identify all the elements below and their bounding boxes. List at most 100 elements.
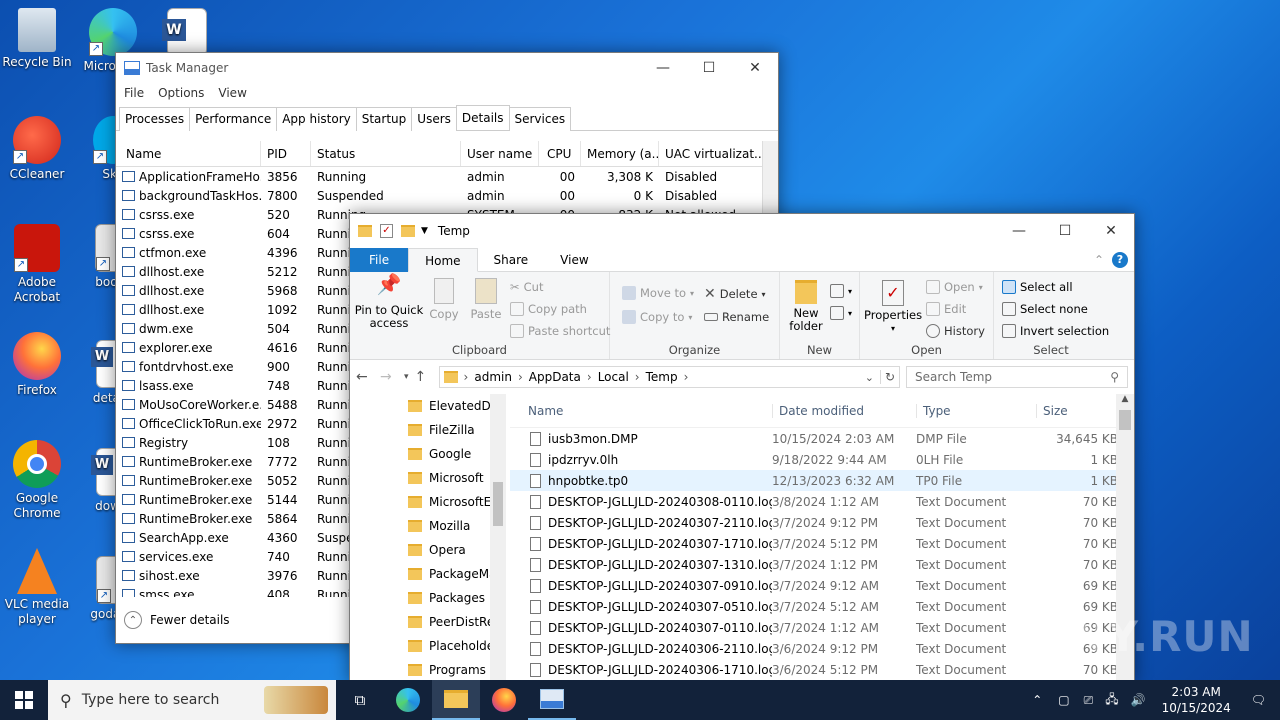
minimize-button[interactable]: — xyxy=(996,214,1042,248)
firefox-icon[interactable]: Firefox xyxy=(0,332,74,398)
chrome-icon[interactable]: Google Chrome xyxy=(0,440,74,521)
col-size[interactable]: Size xyxy=(1036,404,1106,418)
acrobat-icon[interactable]: ↗ Adobe Acrobat xyxy=(0,224,74,305)
col-date-modified[interactable]: Date modified xyxy=(772,404,916,418)
nav-item[interactable]: Packages xyxy=(350,586,506,610)
network-icon[interactable]: 🖧 xyxy=(1099,690,1124,711)
breadcrumb-temp[interactable]: Temp xyxy=(646,370,678,384)
select-all-button[interactable]: Select all xyxy=(1002,280,1073,294)
col-name[interactable]: Name xyxy=(116,141,261,166)
copy-button[interactable]: Copy xyxy=(426,278,462,321)
search-input[interactable]: Search Temp ⚲ xyxy=(906,366,1128,388)
select-none-button[interactable]: Select none xyxy=(1002,302,1088,316)
history-button[interactable]: History xyxy=(926,324,985,338)
nav-item[interactable]: MicrosoftEc xyxy=(350,490,506,514)
breadcrumb-local[interactable]: Local xyxy=(598,370,629,384)
task-manager-titlebar[interactable]: Task Manager — ☐ ✕ xyxy=(116,53,778,83)
col-pid[interactable]: PID xyxy=(261,141,311,166)
col-uac[interactable]: UAC virtualizat... xyxy=(659,141,765,166)
ribbon-tab-home[interactable]: Home xyxy=(408,247,478,272)
file-row[interactable]: ipdzrryv.0lh 9/18/2022 9:44 AM 0LH File 1 K… xyxy=(510,449,1134,470)
move-to-button[interactable]: Move to ▾ xyxy=(622,286,694,300)
tab-details[interactable]: Details xyxy=(455,105,510,130)
nav-item[interactable]: Programs xyxy=(350,658,506,682)
taskbar-taskmanager-button[interactable] xyxy=(528,680,576,720)
new-item-button[interactable]: ▾ xyxy=(830,284,852,298)
nav-item[interactable]: Microsoft xyxy=(350,466,506,490)
delete-button[interactable]: ✕ Delete ▾ xyxy=(704,286,766,302)
col-status[interactable]: Status xyxy=(311,141,461,166)
col-cpu[interactable]: CPU xyxy=(539,141,581,166)
taskbar-edge-button[interactable] xyxy=(384,680,432,720)
breadcrumb-admin[interactable]: admin xyxy=(474,370,512,384)
paste-button[interactable]: Paste xyxy=(466,278,506,321)
col-username[interactable]: User name xyxy=(461,141,539,166)
properties-button[interactable]: ✓ Properties ▾ xyxy=(864,280,922,335)
copy-to-button[interactable]: Copy to ▾ xyxy=(622,310,692,324)
file-row[interactable]: DESKTOP-JGLLJLD-20240307-0910.log 3/7/202… xyxy=(510,575,1134,596)
notifications-icon[interactable]: 🗨 xyxy=(1241,693,1280,707)
close-button[interactable]: ✕ xyxy=(1088,214,1134,248)
file-row[interactable]: DESKTOP-JGLLJLD-20240307-2110.log 3/7/202… xyxy=(510,512,1134,533)
new-folder-button[interactable]: New folder xyxy=(784,280,828,333)
start-button[interactable] xyxy=(0,680,48,720)
qat-dropdown-icon[interactable]: ▼ xyxy=(421,226,428,236)
file-row[interactable]: iusb3mon.DMP 10/15/2024 2:03 AM DMP File 34… xyxy=(510,428,1134,449)
pin-quick-access-button[interactable]: 📌 Pin to Quick access xyxy=(354,274,424,330)
breadcrumb-appdata[interactable]: AppData xyxy=(529,370,581,384)
nav-item[interactable]: Google xyxy=(350,442,506,466)
tab-users[interactable]: Users xyxy=(411,107,457,131)
close-button[interactable]: ✕ xyxy=(732,53,778,83)
file-row[interactable]: DESKTOP-JGLLJLD-20240306-1710.log 3/6/202… xyxy=(510,659,1134,680)
process-row[interactable]: ApplicationFrameHo... 3856 Running admin 00 3… xyxy=(116,167,778,186)
tab-app-history[interactable]: App history xyxy=(276,107,357,131)
ccleaner-icon[interactable]: ↗ CCleaner xyxy=(0,116,74,182)
tab-performance[interactable]: Performance xyxy=(189,107,278,131)
nav-item[interactable]: Placeholder xyxy=(350,634,506,658)
nav-item[interactable]: Mozilla xyxy=(350,514,506,538)
col-type[interactable]: Type xyxy=(916,404,1036,418)
menu-view[interactable]: View xyxy=(218,86,246,100)
maximize-button[interactable]: ☐ xyxy=(1042,214,1088,248)
maximize-button[interactable]: ☐ xyxy=(686,53,732,83)
col-memory[interactable]: Memory (a... xyxy=(581,141,659,166)
menu-options[interactable]: Options xyxy=(158,86,204,100)
taskbar-firefox-button[interactable] xyxy=(480,680,528,720)
easy-access-button[interactable]: ▾ xyxy=(830,306,852,320)
nav-item[interactable]: PackageMa xyxy=(350,562,506,586)
address-bar[interactable]: › admin › AppData › Local › Temp › ⌄ ↻ xyxy=(438,366,900,388)
up-arrow-icon[interactable]: ↑ xyxy=(415,369,433,385)
file-row[interactable]: DESKTOP-JGLLJLD-20240307-1710.log 3/7/202… xyxy=(510,533,1134,554)
nav-item[interactable]: FileZilla xyxy=(350,418,506,442)
qat-new-folder-icon[interactable] xyxy=(401,225,415,237)
ribbon-collapse-icon[interactable]: ⌃ xyxy=(1094,248,1104,272)
nav-item[interactable]: ElevatedDia xyxy=(350,394,506,418)
file-row[interactable]: DESKTOP-JGLLJLD-20240308-0110.log 3/8/202… xyxy=(510,491,1134,512)
recycle-bin-icon[interactable]: Recycle Bin xyxy=(0,8,74,70)
recent-locations-icon[interactable]: ▾ xyxy=(404,372,409,382)
col-file-name[interactable]: Name xyxy=(510,404,772,418)
tab-startup[interactable]: Startup xyxy=(355,107,413,131)
ribbon-tab-share[interactable]: Share xyxy=(478,248,545,272)
taskbar-search-input[interactable]: ⚲ Type here to search xyxy=(48,680,336,720)
address-dropdown-icon[interactable]: ⌄ xyxy=(865,371,874,384)
fewer-details-button[interactable]: ⌃ Fewer details xyxy=(124,611,230,629)
vlc-icon[interactable]: VLC media player xyxy=(0,548,74,627)
edit-button[interactable]: Edit xyxy=(926,302,966,316)
copy-path-button[interactable]: Copy path xyxy=(510,302,587,316)
open-button[interactable]: Open ▾ xyxy=(926,280,983,294)
menu-file[interactable]: File xyxy=(124,86,144,100)
tab-services[interactable]: Services xyxy=(508,107,572,131)
back-arrow-icon[interactable]: ← xyxy=(356,369,374,385)
process-row[interactable]: backgroundTaskHos... 7800 Suspended admin 00… xyxy=(116,186,778,205)
help-icon[interactable]: ? xyxy=(1112,251,1128,268)
qat-properties-icon[interactable]: ✓ xyxy=(380,224,393,238)
nav-item[interactable]: PeerDistRep xyxy=(350,610,506,634)
tray-device-icon[interactable]: ⎚ xyxy=(1078,693,1100,708)
volume-icon[interactable]: 🔊 xyxy=(1125,693,1152,707)
task-view-button[interactable]: ⧉ xyxy=(336,680,384,720)
file-row[interactable]: hnpobtke.tp0 12/13/2023 6:32 AM TP0 File 1 … xyxy=(510,470,1134,491)
forward-arrow-icon[interactable]: → xyxy=(380,369,398,385)
nav-scrollbar[interactable] xyxy=(490,394,506,682)
rename-button[interactable]: Rename xyxy=(704,310,769,324)
